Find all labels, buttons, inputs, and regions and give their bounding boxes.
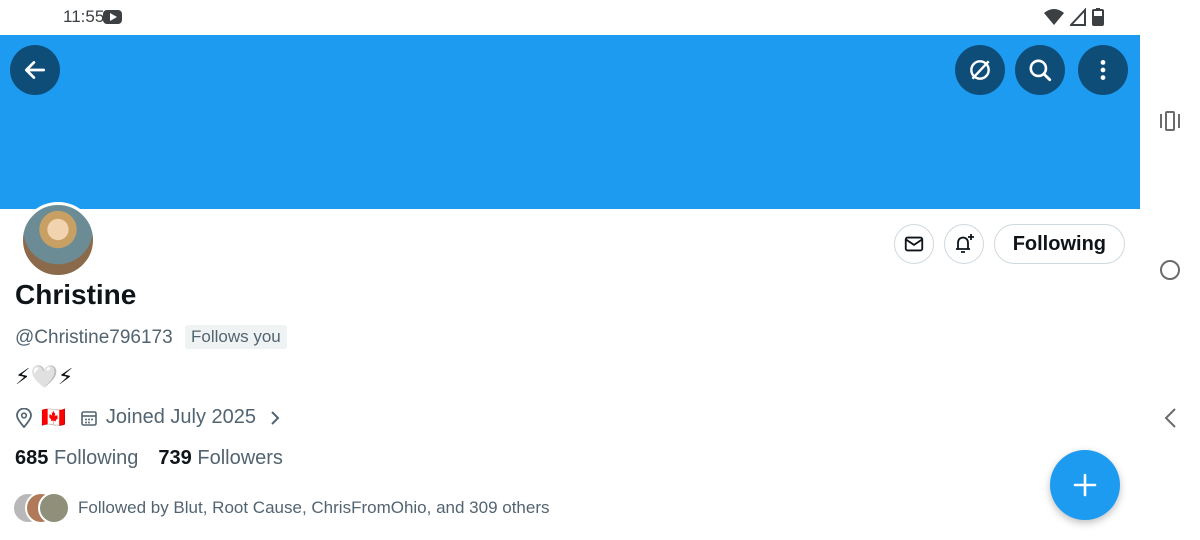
profile-name: Christine	[15, 279, 137, 310]
following-label: Following	[53, 447, 139, 469]
notify-button[interactable]	[943, 224, 984, 264]
avatar-image	[23, 205, 93, 275]
profile-meta: 🇨🇦 Joined July 2025	[15, 405, 282, 430]
mutual-avatar	[38, 492, 70, 524]
back-nav-button[interactable]	[1158, 406, 1182, 430]
arrow-left-icon	[24, 61, 46, 79]
avatar[interactable]	[20, 202, 96, 278]
search-icon	[1029, 59, 1052, 82]
followers-label: Followers	[197, 447, 283, 469]
more-button[interactable]	[1078, 45, 1128, 95]
more-vertical-icon	[1100, 60, 1106, 80]
profile-bio: ⚡🤍⚡	[15, 364, 74, 389]
youtube-icon	[103, 10, 122, 24]
following-count: 685	[15, 447, 49, 469]
bell-plus-icon	[955, 234, 974, 253]
following-count-link[interactable]: 685 Following	[15, 447, 138, 470]
message-button[interactable]	[893, 224, 934, 264]
signal-icon	[1070, 8, 1086, 26]
location-icon	[16, 407, 32, 428]
home-button[interactable]	[1158, 258, 1182, 282]
profile-banner	[0, 35, 1140, 209]
mail-icon	[904, 236, 923, 252]
following-button[interactable]: Following	[993, 224, 1125, 264]
follows-you-badge: Follows you	[185, 325, 287, 349]
grok-icon	[970, 60, 990, 80]
recents-icon	[1160, 111, 1180, 131]
search-button[interactable]	[1015, 45, 1065, 95]
followers-count: 739	[158, 447, 192, 469]
joined-date: Joined July 2025	[105, 406, 257, 428]
back-icon	[1164, 408, 1176, 428]
follow-counts: 685 Following 739 Followers	[15, 447, 283, 470]
followed-by-row[interactable]: Followed by Blut, Root Cause, ChrisFromO…	[12, 492, 550, 524]
profile-handle: @Christine796173	[15, 327, 173, 348]
status-icons	[1044, 8, 1104, 26]
plus-icon	[1073, 473, 1097, 497]
compose-button[interactable]	[1050, 450, 1120, 520]
recents-button[interactable]	[1158, 109, 1182, 133]
wifi-icon	[1044, 9, 1064, 25]
followers-count-link[interactable]: 739 Followers	[158, 447, 283, 470]
chevron-right-icon[interactable]	[268, 409, 282, 427]
status-time: 11:55	[63, 7, 105, 26]
profile-actions: Following	[893, 224, 1125, 264]
home-icon	[1160, 260, 1180, 280]
status-bar: 11:55	[0, 0, 1140, 35]
mutual-avatars	[12, 492, 70, 524]
grok-button[interactable]	[955, 45, 1005, 95]
battery-icon	[1092, 8, 1104, 26]
calendar-icon	[81, 410, 97, 426]
location-flag: 🇨🇦	[41, 407, 66, 429]
system-nav-bar	[1140, 0, 1200, 540]
followed-by-text: Followed by Blut, Root Cause, ChrisFromO…	[78, 498, 550, 517]
back-button[interactable]	[10, 45, 60, 95]
